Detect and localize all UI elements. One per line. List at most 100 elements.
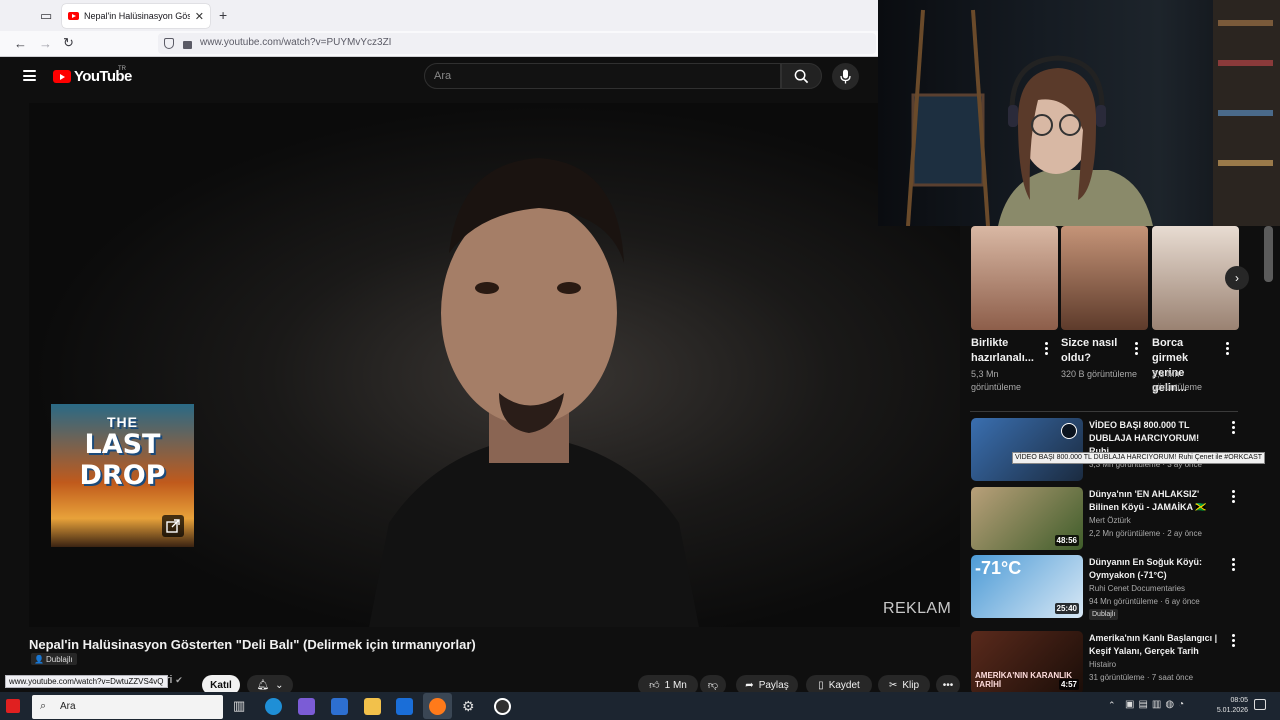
thumbs-down-icon: 👎︎ bbox=[707, 680, 719, 691]
save-label: Kaydet bbox=[828, 679, 860, 691]
voice-search-button[interactable] bbox=[832, 63, 859, 90]
recommended-meta: 94 Mn görüntüleme · 6 ay önce bbox=[1089, 597, 1200, 606]
taskbar-clock[interactable]: 08:05 5.01.2026 bbox=[1200, 696, 1248, 716]
webcam-overlay bbox=[878, 0, 1280, 226]
more-horizontal-icon: ••• bbox=[942, 679, 954, 691]
clock-date: 5.01.2026 bbox=[1216, 707, 1248, 714]
webcam-scene bbox=[906, 0, 1280, 226]
tab-title: Nepal'in Halüsinasyon Gösterten bbox=[84, 11, 190, 21]
lock-icon[interactable] bbox=[183, 41, 192, 49]
taskbar-search-input[interactable]: Ara bbox=[32, 695, 223, 719]
obs-icon[interactable] bbox=[494, 698, 511, 715]
share-icon: ➦ bbox=[745, 679, 754, 691]
short-thumbnail[interactable] bbox=[1061, 226, 1148, 330]
video-title: Nepal'in Halüsinasyon Gösterten "Deli Ba… bbox=[29, 637, 476, 652]
search-button[interactable] bbox=[781, 63, 822, 89]
title-tooltip: VİDEO BAŞI 800.000 TL DUBLAJA HARCIYORUM… bbox=[1012, 452, 1266, 464]
thumbs-up-icon: 👍︎ bbox=[649, 680, 660, 691]
video-player[interactable] bbox=[29, 103, 960, 627]
task-view-icon[interactable]: ▥ bbox=[233, 698, 250, 715]
short-thumbnail[interactable] bbox=[971, 226, 1058, 330]
back-arrow-icon[interactable]: ← bbox=[14, 37, 27, 50]
taskbar-search-icon: ⌕ bbox=[40, 700, 47, 712]
duration-badge: 25:40 bbox=[1054, 603, 1079, 614]
search-input[interactable]: Ara bbox=[424, 63, 781, 89]
recommended-channel[interactable]: Mert Öztürk bbox=[1089, 514, 1239, 527]
forward-arrow-icon[interactable]: → bbox=[39, 37, 52, 50]
recommended-title[interactable]: Amerika'nın Kanlı Başlangıcı | Keşif Yal… bbox=[1089, 632, 1229, 658]
external-link-icon bbox=[166, 519, 180, 533]
like-count: 1 Mn bbox=[664, 679, 687, 691]
tray-overflow-icon[interactable]: ⌃ bbox=[1108, 700, 1116, 711]
ad-label: REKLAM bbox=[883, 600, 952, 617]
shield-icon[interactable] bbox=[164, 38, 174, 49]
menu-icon[interactable] bbox=[23, 70, 36, 81]
microphone-icon bbox=[840, 69, 851, 84]
link-status-url: www.youtube.com/watch?v=DwtuZZVS4vQ bbox=[5, 675, 168, 688]
more-vertical-icon[interactable] bbox=[1232, 634, 1235, 649]
dubbed-badge: Dublajlı bbox=[1089, 609, 1119, 620]
recommended-thumbnail[interactable]: AMERİKA'NIN KARANLIK TARİHİ 4:57 bbox=[971, 631, 1083, 694]
more-vertical-icon[interactable] bbox=[1232, 558, 1235, 573]
short-views: 5,3 Mn görüntüleme bbox=[971, 369, 1022, 392]
bookmark-icon: ▯ bbox=[818, 679, 824, 691]
dubbed-badge-label: Dublajlı bbox=[1092, 611, 1116, 618]
more-vertical-icon[interactable] bbox=[1135, 342, 1138, 357]
firefox-icon[interactable] bbox=[429, 698, 446, 715]
dubbed-badge: 👤 Dublajlı bbox=[31, 653, 77, 665]
recommended-thumbnail[interactable]: -71°C 25:40 bbox=[971, 555, 1083, 618]
short-views: 2,3 Mn görüntüleme bbox=[1152, 369, 1203, 392]
scissors-icon: ✂ bbox=[888, 679, 898, 691]
bell-icon: 🔔︎ bbox=[256, 679, 270, 691]
more-vertical-icon[interactable] bbox=[1045, 342, 1048, 357]
recommended-thumbnail[interactable] bbox=[971, 418, 1083, 481]
share-label: Paylaş bbox=[758, 679, 789, 691]
tab-close-icon[interactable]: ✕ bbox=[195, 10, 204, 23]
verified-icon: ✔ bbox=[175, 675, 183, 685]
external-link-button[interactable] bbox=[162, 515, 184, 537]
clip-label: Klip bbox=[902, 679, 920, 691]
thumbnail-overlay-text: -71°C bbox=[975, 558, 1022, 578]
more-vertical-icon[interactable] bbox=[1232, 421, 1235, 436]
ad-card-title-line1: THE bbox=[107, 414, 138, 430]
more-vertical-icon[interactable] bbox=[1226, 342, 1229, 357]
more-vertical-icon[interactable] bbox=[1232, 490, 1235, 505]
recommended-title[interactable]: Dünyanın En Soğuk Köyü: Oymyakon (-71°C) bbox=[1089, 556, 1229, 582]
duration-badge: 48:56 bbox=[1054, 535, 1079, 546]
short-views: 320 B görüntüleme bbox=[1061, 369, 1138, 379]
shorts-next-button[interactable]: › bbox=[1225, 266, 1249, 290]
chevron-down-icon: ⌄ bbox=[275, 679, 284, 691]
person-icon: 👤 bbox=[34, 655, 44, 664]
mail-icon[interactable] bbox=[396, 698, 413, 715]
recommended-channel[interactable]: Histairo bbox=[1089, 658, 1239, 671]
edge-icon[interactable] bbox=[265, 698, 282, 715]
url-text[interactable]: www.youtube.com/watch?v=PUYMvYcz3ZI bbox=[200, 37, 391, 48]
duration-badge: 4:57 bbox=[1058, 679, 1079, 690]
recommended-thumbnail[interactable]: 48:56 bbox=[971, 487, 1083, 550]
copilot-icon[interactable] bbox=[298, 698, 315, 715]
ad-card-title-line2: LAST DROP bbox=[79, 429, 166, 491]
file-explorer-icon[interactable] bbox=[364, 698, 381, 715]
recommended-title[interactable]: Dünya'nın 'EN AHLAKSIZ' Bilinen Köyü - J… bbox=[1089, 488, 1229, 514]
start-icon[interactable] bbox=[6, 699, 20, 713]
watch-later-icon[interactable] bbox=[1061, 423, 1077, 439]
browser-tab-active[interactable]: Nepal'in Halüsinasyon Gösterten ✕ bbox=[62, 4, 210, 28]
presenter-figure bbox=[369, 158, 699, 627]
chevron-right-icon: › bbox=[1235, 271, 1239, 285]
youtube-play-icon bbox=[53, 70, 71, 83]
new-tab-button[interactable]: + bbox=[219, 8, 227, 22]
recommended-channel[interactable]: Ruhi Cenet Documentaries bbox=[1089, 582, 1239, 595]
notifications-icon[interactable] bbox=[1254, 699, 1266, 710]
store-icon[interactable] bbox=[331, 698, 348, 715]
settings-gear-icon[interactable]: ⚙ bbox=[462, 698, 479, 715]
sidebar-divider bbox=[970, 411, 1238, 412]
dubbed-badge-label: Dublajlı bbox=[45, 655, 73, 664]
tab-list-icon[interactable]: ▭ bbox=[40, 9, 52, 22]
reload-icon[interactable]: ↻ bbox=[63, 36, 74, 49]
short-title[interactable]: Sizce nasıl oldu? bbox=[1061, 336, 1131, 366]
recommended-meta: 31 görüntüleme · 7 saat önce bbox=[1089, 673, 1194, 682]
short-title[interactable]: Birlikte hazırlanalı... bbox=[971, 336, 1041, 366]
clock-time: 08:05 bbox=[1230, 697, 1248, 704]
tray-icons[interactable]: ▣▤▥◍◔ bbox=[1125, 699, 1188, 710]
sidebar-scrollbar[interactable] bbox=[1264, 226, 1273, 282]
